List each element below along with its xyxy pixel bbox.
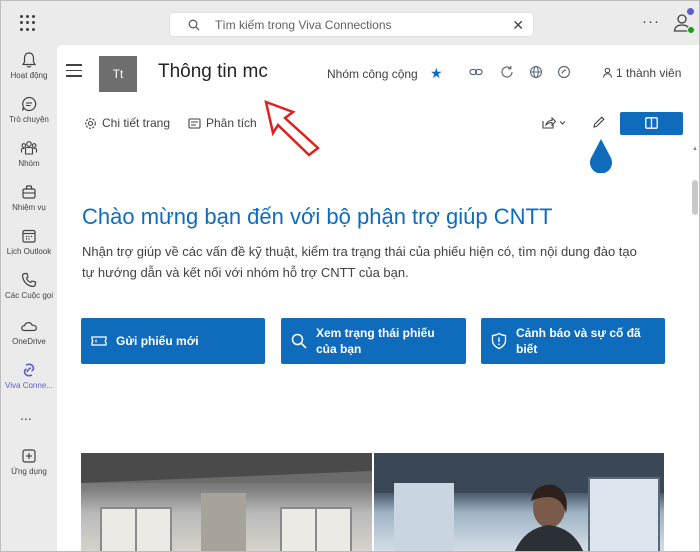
page-headline: Chào mừng bạn đến với bộ phận trợ giúp C… bbox=[82, 204, 553, 229]
phone-icon bbox=[21, 272, 37, 288]
rail-item-label: Ứng dụng bbox=[11, 467, 47, 476]
globe-icon[interactable] bbox=[529, 65, 543, 79]
rail-item-apps[interactable]: Ứng dụng bbox=[1, 447, 57, 491]
rail-item-onedrive[interactable]: OneDrive bbox=[1, 317, 57, 361]
members-count: 1 thành viên bbox=[616, 66, 682, 80]
teardrop-marker-icon bbox=[590, 139, 612, 173]
rail-item-label: Hoạt động bbox=[10, 71, 48, 80]
rail-item-activity[interactable]: Hoạt động bbox=[1, 51, 57, 95]
share-button[interactable] bbox=[541, 116, 567, 135]
page-details-label: Chi tiết trang bbox=[102, 116, 171, 130]
split-view-icon bbox=[645, 117, 658, 129]
page-description: Nhận trợ giúp về các vấn đề kỹ thuật, ki… bbox=[82, 244, 637, 280]
pencil-icon bbox=[593, 116, 605, 128]
group-type-label: Nhóm công cộng bbox=[327, 67, 418, 81]
quick-link-label: Cảnh báo và sự cố đã biết bbox=[516, 326, 641, 356]
search-icon bbox=[291, 333, 307, 349]
rail-item-calendar[interactable]: Lịch Outlook bbox=[1, 227, 57, 271]
vertical-scrollbar[interactable]: ▲ bbox=[691, 140, 699, 551]
quick-link-new-ticket[interactable]: Gửi phiếu mới bbox=[81, 318, 265, 364]
page-details-button[interactable]: Chi tiết trang bbox=[84, 116, 170, 130]
rail-item-teams[interactable]: Nhóm bbox=[1, 139, 57, 183]
rail-item-calls[interactable]: Các Cuộc gọi bbox=[1, 271, 57, 315]
calendar-icon bbox=[22, 229, 36, 243]
annotation-arrow-icon bbox=[264, 100, 320, 157]
site-logo[interactable]: Tt bbox=[99, 56, 137, 92]
presence-available-badge bbox=[687, 26, 695, 34]
quick-link-label: Xem trạng thái phiếu của bạn bbox=[316, 326, 435, 356]
close-icon[interactable]: ✕ bbox=[512, 17, 524, 34]
rail-item-chat[interactable]: Trò chuyện bbox=[1, 95, 57, 139]
gear-icon bbox=[85, 118, 96, 129]
quick-link-ticket-status[interactable]: Xem trạng thái phiếu của bạn bbox=[281, 318, 466, 364]
rail-item-label: Trò chuyện bbox=[9, 115, 49, 124]
share-icon bbox=[542, 116, 566, 129]
rail-item-label: Lịch Outlook bbox=[6, 247, 52, 256]
add-apps-icon bbox=[22, 449, 36, 463]
star-icon[interactable]: ★ bbox=[430, 65, 443, 82]
rail-item-viva-connections[interactable]: Viva Conne... bbox=[1, 361, 57, 405]
panel-toggle-button[interactable] bbox=[620, 112, 683, 135]
more-options-icon[interactable]: ··· bbox=[642, 13, 660, 30]
rail-item-label: OneDrive bbox=[12, 337, 46, 346]
members-button[interactable]: 1 thành viên bbox=[602, 66, 681, 80]
title-bar: Tìm kiếm trong Viva Connections ✕ ··· bbox=[1, 1, 699, 45]
sharepoint-page: Tt Thông tin mc Nhóm công cộng ★ 1 thành… bbox=[57, 45, 699, 551]
scroll-up-arrow-icon[interactable]: ▲ bbox=[692, 146, 698, 152]
link-icon[interactable] bbox=[469, 65, 483, 79]
rail-item-label: Nhiệm vụ bbox=[12, 203, 46, 212]
site-title[interactable]: Thông tin mc bbox=[158, 61, 268, 83]
teams-icon bbox=[20, 141, 38, 155]
sync-icon[interactable] bbox=[500, 65, 514, 79]
ticket-icon bbox=[91, 336, 107, 346]
app-launcher-icon[interactable] bbox=[20, 15, 36, 31]
notification-dot bbox=[687, 8, 694, 15]
menu-icon[interactable] bbox=[66, 64, 82, 81]
rail-item-label: Nhóm bbox=[18, 159, 40, 168]
bell-icon bbox=[21, 52, 37, 68]
hero-image-person bbox=[374, 453, 664, 551]
analytics-icon bbox=[188, 118, 201, 129]
rail-item-tasks[interactable]: Nhiệm vụ bbox=[1, 183, 57, 227]
viva-connections-icon bbox=[23, 363, 35, 377]
rail-item-label: Viva Conne... bbox=[5, 381, 53, 390]
viva-connections-icon[interactable] bbox=[557, 65, 571, 79]
search-icon bbox=[188, 19, 200, 31]
app-window: Tìm kiếm trong Viva Connections ✕ ··· Ho… bbox=[0, 0, 700, 552]
cloud-icon bbox=[21, 322, 37, 332]
rail-item-label: Các Cuộc gọi bbox=[4, 291, 54, 300]
analytics-button[interactable]: Phân tích bbox=[188, 116, 257, 130]
person-icon bbox=[603, 67, 612, 78]
app-rail: Hoạt động Trò chuyện Nhóm Nhiệm vụ Lịch … bbox=[1, 45, 57, 551]
scrollbar-thumb[interactable] bbox=[692, 180, 698, 215]
edit-button[interactable] bbox=[592, 115, 606, 134]
analytics-label: Phân tích bbox=[206, 116, 257, 130]
avatar[interactable] bbox=[671, 8, 695, 34]
more-apps-icon[interactable]: ... bbox=[20, 407, 32, 423]
shield-alert-icon bbox=[491, 332, 507, 350]
quick-link-label: Gửi phiếu mới bbox=[116, 334, 199, 348]
quick-link-alerts[interactable]: Cảnh báo và sự cố đã biết bbox=[481, 318, 665, 364]
search-input[interactable]: Tìm kiếm trong Viva Connections bbox=[215, 18, 392, 32]
hero-image-office bbox=[81, 453, 372, 551]
chat-icon bbox=[21, 96, 37, 112]
search-box[interactable]: Tìm kiếm trong Viva Connections ✕ bbox=[169, 12, 534, 37]
briefcase-icon bbox=[22, 185, 36, 199]
